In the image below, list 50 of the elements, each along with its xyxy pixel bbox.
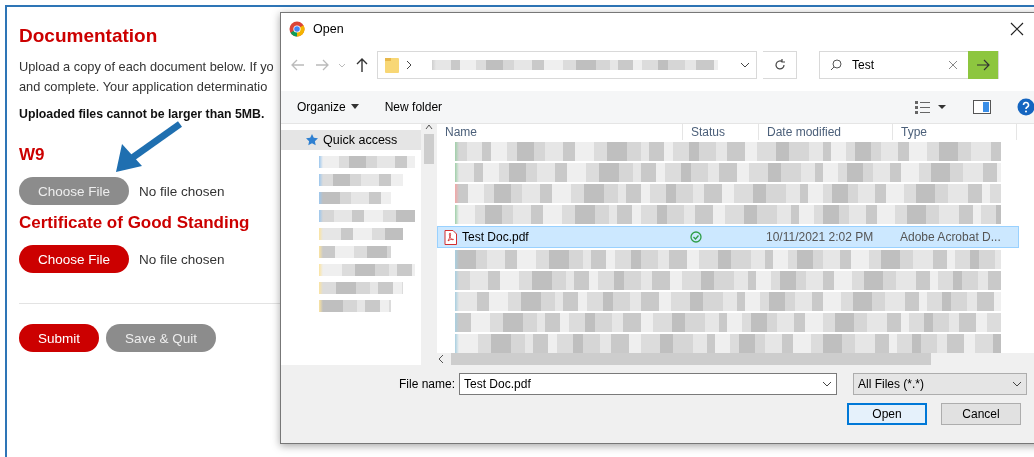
file-status: No file chosen: [139, 251, 225, 267]
help-icon[interactable]: [1017, 98, 1034, 116]
arrow-right-icon: [976, 59, 990, 71]
file-name-cell: Test Doc.pdf: [438, 229, 684, 245]
preview-pane-icon[interactable]: [973, 100, 991, 114]
quick-access-item[interactable]: Quick access: [281, 130, 421, 150]
scrollbar-thumb[interactable]: [424, 134, 434, 164]
dropdown-caret-icon: [1012, 380, 1023, 388]
column-header[interactable]: Type: [893, 124, 1017, 140]
choose-file-button[interactable]: Choose File: [19, 245, 130, 273]
date-cell-text: 10/11/2021 2:02 PM: [765, 230, 875, 244]
cancel-button[interactable]: Cancel: [941, 403, 1021, 425]
open-button[interactable]: Open: [847, 403, 927, 425]
size-note: Uploaded files cannot be larger than 5MB.: [19, 107, 265, 121]
search-field[interactable]: Test: [819, 51, 999, 79]
chevron-icon: [406, 60, 412, 70]
clear-icon[interactable]: [948, 60, 958, 70]
scroll-up-icon[interactable]: [425, 124, 433, 130]
pdf-file-icon: [444, 229, 457, 245]
intro-text: Upload a copy of each document below. If yo: [19, 58, 274, 76]
document-heading: W9: [19, 145, 46, 165]
refresh-icon[interactable]: [772, 58, 787, 72]
document-heading: Certificate of Good Standing: [19, 213, 250, 233]
star-icon: [305, 133, 319, 147]
submit-button[interactable]: Submit: [19, 324, 100, 352]
intro-text: and complete. Your application determinatio: [19, 78, 268, 96]
dropdown-caret-icon[interactable]: [822, 380, 833, 388]
file-name-label: File name:: [399, 377, 456, 391]
folder-icon: [384, 56, 400, 74]
pointer-arrow: [116, 121, 183, 172]
view-options-icon[interactable]: [915, 100, 947, 114]
column-header[interactable]: Name: [437, 124, 683, 140]
browser-icon: [289, 21, 305, 37]
file-status: No file chosen: [139, 183, 225, 199]
synced-check-icon: [690, 231, 702, 243]
column-header[interactable]: Status: [683, 124, 759, 140]
column-header[interactable]: Date modified: [759, 124, 893, 140]
section-title: Documentation: [19, 25, 158, 47]
scrollbar-thumb[interactable]: [451, 353, 931, 365]
search-icon: [830, 59, 842, 71]
file-row[interactable]: Test Doc.pdf 10/11/2021 2:02 PM Adobe Acrobat D...: [437, 226, 1019, 248]
new-folder-button[interactable]: New folder: [384, 100, 443, 114]
dialog-title: Open: [313, 22, 345, 36]
file-type-dropdown[interactable]: All Files (*.*): [853, 373, 1028, 395]
dropdown-caret-icon[interactable]: [740, 61, 750, 69]
caret-icon: [350, 104, 359, 110]
type-cell-text: Adobe Acrobat D...: [899, 230, 1002, 244]
scroll-left-icon[interactable]: [437, 354, 445, 364]
file-name-field[interactable]: Test Doc.pdf: [459, 373, 838, 395]
organize-menu[interactable]: Organize: [297, 100, 359, 114]
